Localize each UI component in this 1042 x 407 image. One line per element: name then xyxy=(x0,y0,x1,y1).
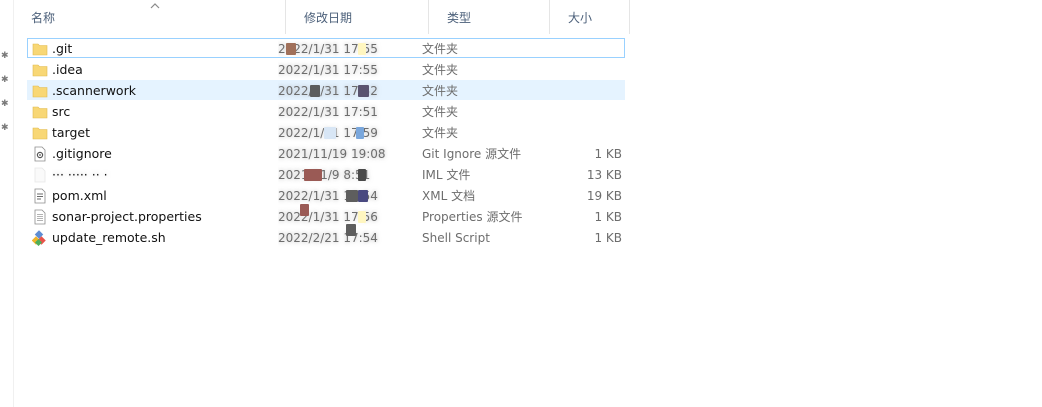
file-type: 文件夹 xyxy=(422,126,459,140)
file-size xyxy=(548,39,622,59)
pin-icon[interactable]: ✱ xyxy=(1,76,10,85)
file-date: 2021/11/9 8:51 xyxy=(278,168,371,182)
file-type: 文件夹 xyxy=(422,84,459,98)
redaction-mark xyxy=(346,190,358,202)
file-type: Shell Script xyxy=(422,231,490,245)
git-script-icon xyxy=(32,230,46,246)
file-row-scannerwork[interactable]: .scannerwork 2022/1/31 17:52 文件夹 xyxy=(27,80,625,100)
file-name: sonar-project.properties xyxy=(52,209,202,224)
file-name: .git xyxy=(52,41,73,56)
file-size: 1 KB xyxy=(594,231,622,245)
redaction-mark xyxy=(304,169,322,181)
file-size: 1 KB xyxy=(594,210,622,224)
folder-icon xyxy=(32,106,48,119)
file-name: target xyxy=(52,125,91,140)
file-name: .gitignore xyxy=(52,146,112,161)
redaction-mark xyxy=(300,204,309,216)
column-header-bar: 名称 修改日期 类型 大小 xyxy=(13,0,633,34)
redaction-mark xyxy=(358,190,368,202)
file-row-src[interactable]: src 2022/1/31 17:51 文件夹 xyxy=(27,101,625,121)
pin-icon[interactable]: ✱ xyxy=(1,100,10,109)
file-row-git[interactable]: .git 2022/1/31 17:55 文件夹 xyxy=(27,38,625,58)
file-type: 文件夹 xyxy=(422,105,459,119)
file-date: 2022/1/31 17:52 xyxy=(278,84,378,98)
file-name: src xyxy=(52,104,71,119)
redaction-mark xyxy=(358,169,366,181)
file-date: 2022/1/31 17:55 xyxy=(278,42,378,56)
column-header-type[interactable]: 类型 xyxy=(429,0,550,34)
file-type: IML 文件 xyxy=(422,168,471,182)
file-type: XML 文档 xyxy=(422,189,476,203)
file-type: Properties 源文件 xyxy=(422,210,523,224)
redaction-mark xyxy=(358,85,369,97)
column-header-name[interactable]: 名称 xyxy=(13,0,286,34)
file-type: 文件夹 xyxy=(422,42,459,56)
column-header-date[interactable]: 修改日期 xyxy=(286,0,429,34)
xml-file-icon xyxy=(34,188,46,204)
file-name: ··· ····· ·· · xyxy=(52,167,108,182)
pin-icon[interactable]: ✱ xyxy=(1,52,10,61)
navigation-pane-edge[interactable]: ✱ ✱ ✱ ✱ xyxy=(0,0,14,407)
file-size xyxy=(548,60,622,80)
file-date: 2022/1/31 17:59 xyxy=(278,126,378,140)
redaction-mark xyxy=(346,224,356,236)
redaction-mark xyxy=(358,43,366,55)
settings-file-icon xyxy=(34,146,46,162)
redaction-mark xyxy=(358,211,366,223)
file-size: 19 KB xyxy=(586,189,622,203)
file-name: .scannerwork xyxy=(52,83,136,98)
file-row-sonar-properties[interactable]: sonar-project.properties 2022/1/31 17:56… xyxy=(27,204,625,226)
file-row-update-remote-sh[interactable]: update_remote.sh 2022/2/21 17:54 Shell S… xyxy=(27,224,625,247)
pin-icon[interactable]: ✱ xyxy=(1,124,10,133)
file-row-idea[interactable]: .idea 2022/1/31 17:55 文件夹 xyxy=(27,59,625,79)
file-row-target[interactable]: target 2022/1/31 17:59 文件夹 xyxy=(27,122,625,142)
file-date: 2022/1/31 17:51 xyxy=(278,105,378,119)
file-type: 文件夹 xyxy=(422,63,459,77)
file-name: update_remote.sh xyxy=(52,230,166,245)
file-date: 2022/1/31 17:55 xyxy=(278,63,378,77)
file-row-pom-xml[interactable]: pom.xml 2022/1/31 17:54 XML 文档 19 KB xyxy=(27,185,625,205)
file-size: 1 KB xyxy=(594,147,622,161)
folder-icon xyxy=(32,43,48,56)
redaction-mark xyxy=(356,127,364,139)
redaction-mark xyxy=(286,43,296,55)
file-size xyxy=(548,102,622,122)
file-date: 2021/11/19 19:08 xyxy=(278,147,386,161)
text-file-icon xyxy=(34,209,46,225)
file-row-gitignore[interactable]: .gitignore 2021/11/19 19:08 Git Ignore 源… xyxy=(27,143,625,163)
file-size xyxy=(548,123,622,143)
redaction-mark xyxy=(310,85,320,97)
file-name: .idea xyxy=(52,62,83,77)
folder-icon xyxy=(32,127,48,140)
column-header-size[interactable]: 大小 xyxy=(550,0,630,34)
file-row-iml[interactable]: ··· ····· ·· · 2021/11/9 8:51 IML 文件 13 … xyxy=(27,164,625,184)
file-size: 13 KB xyxy=(586,168,622,182)
file-name: pom.xml xyxy=(52,188,107,203)
redaction-mark xyxy=(324,127,336,139)
blank-file-icon xyxy=(34,167,46,183)
folder-icon xyxy=(32,64,48,77)
file-size xyxy=(548,81,622,101)
folder-icon xyxy=(32,85,48,98)
file-type: Git Ignore 源文件 xyxy=(422,147,522,161)
file-explorer-window: ✱ ✱ ✱ ✱ 名称 修改日期 类型 大小 .git 2022/1/31 17:… xyxy=(0,0,1042,407)
